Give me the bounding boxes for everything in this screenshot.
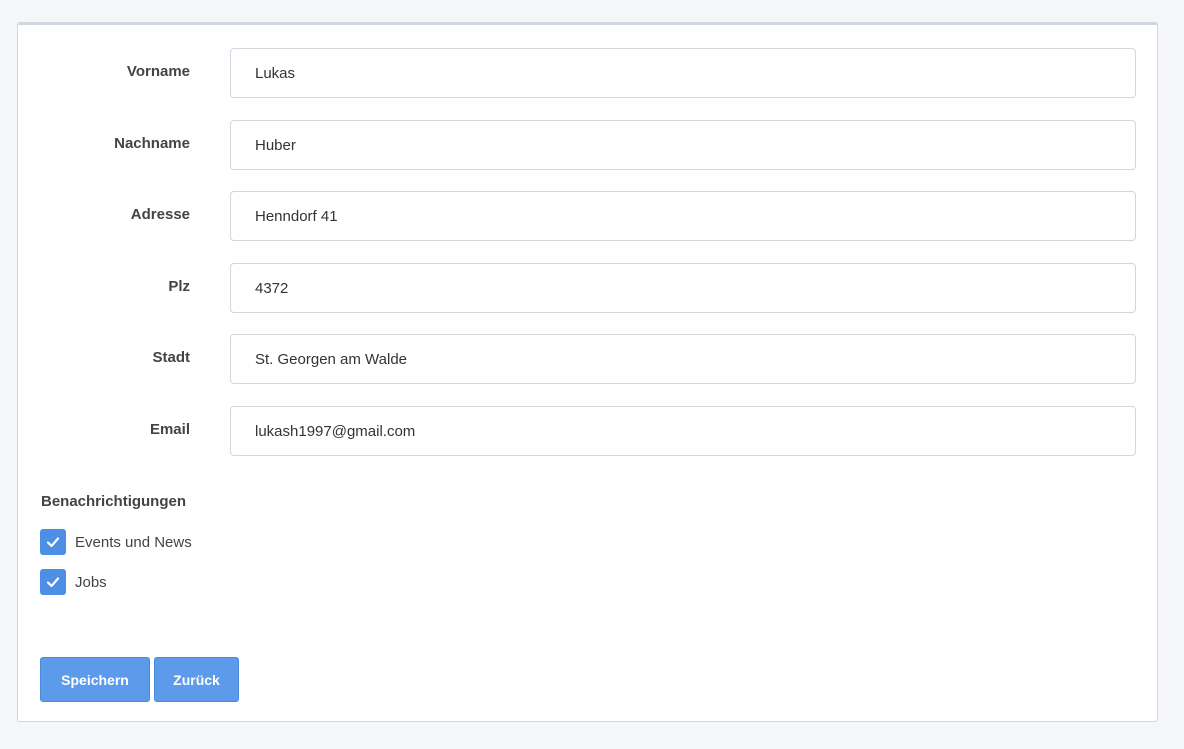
adresse-label: Adresse xyxy=(130,206,190,223)
jobs-checkbox[interactable] xyxy=(40,569,66,595)
events-news-checkbox[interactable] xyxy=(40,529,66,555)
stadt-label: Stadt xyxy=(152,349,191,366)
check-icon xyxy=(46,537,60,548)
form-row-plz: Plz xyxy=(18,263,1157,313)
check-icon xyxy=(46,577,60,588)
vorname-input[interactable] xyxy=(230,48,1136,98)
vorname-label: Vorname xyxy=(126,63,190,80)
checkbox-row-events-news[interactable]: Events und News xyxy=(40,528,192,556)
plz-input[interactable] xyxy=(230,263,1136,313)
nachname-label: Nachname xyxy=(114,135,190,152)
back-button[interactable]: Zurück xyxy=(154,657,239,702)
email-input[interactable] xyxy=(230,406,1136,456)
profile-form-card: Vorname Nachname Adresse Plz Stadt Email… xyxy=(17,22,1158,722)
events-news-label: Events und News xyxy=(75,533,192,551)
checkbox-row-jobs[interactable]: Jobs xyxy=(40,568,107,596)
form-row-email: Email xyxy=(18,406,1157,456)
notifications-title: Benachrichtigungen xyxy=(41,493,187,510)
stadt-input[interactable] xyxy=(230,334,1136,384)
jobs-label: Jobs xyxy=(75,573,107,591)
nachname-input[interactable] xyxy=(230,120,1136,170)
form-row-nachname: Nachname xyxy=(18,120,1157,170)
plz-label: Plz xyxy=(168,278,190,295)
form-row-stadt: Stadt xyxy=(18,334,1157,384)
save-button[interactable]: Speichern xyxy=(40,657,150,702)
form-row-vorname: Vorname xyxy=(18,48,1157,98)
form-row-adresse: Adresse xyxy=(18,191,1157,241)
adresse-input[interactable] xyxy=(230,191,1136,241)
email-label: Email xyxy=(149,421,190,438)
